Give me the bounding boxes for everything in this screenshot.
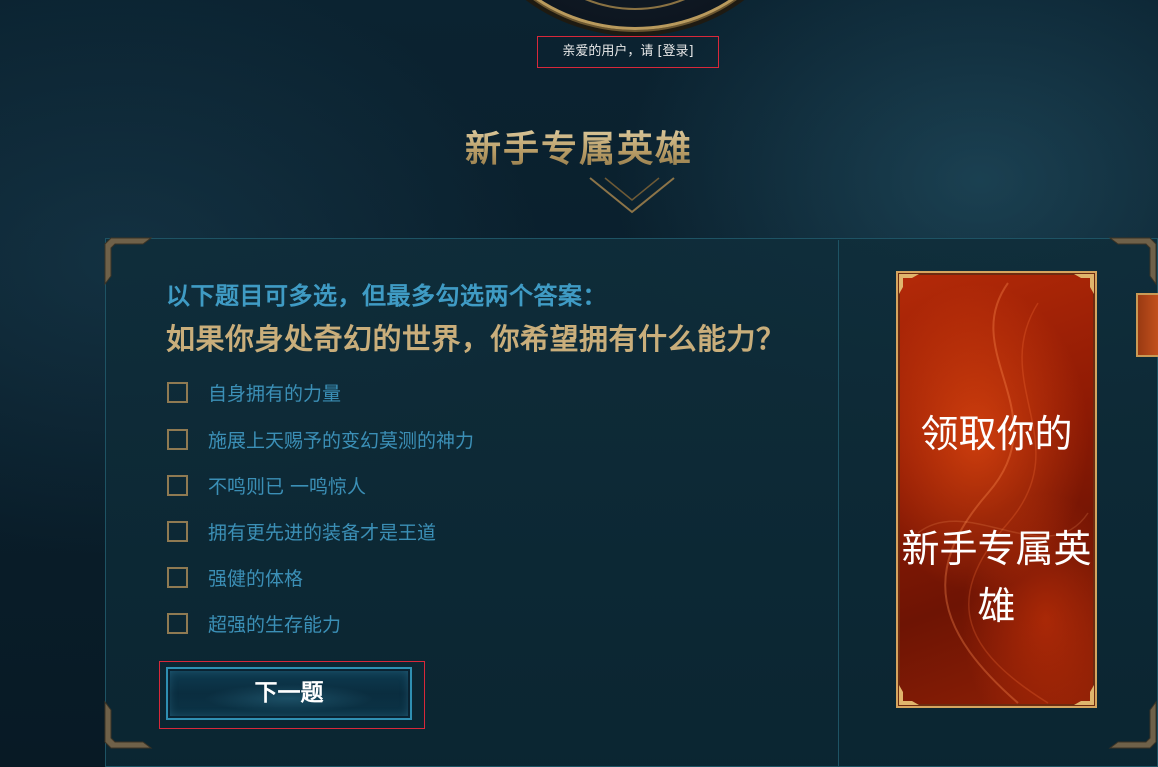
option-label: 自身拥有的力量 <box>208 382 342 405</box>
title-ornament <box>300 177 960 214</box>
next-question-button[interactable]: 下一题 <box>166 667 412 720</box>
option-label: 超强的生存能力 <box>208 613 342 636</box>
checkbox[interactable] <box>167 474 188 496</box>
answer-option[interactable]: 超强的生存能力 <box>167 610 527 636</box>
corner-ornament-bottom-right <box>1108 700 1158 750</box>
side-float-tab[interactable] <box>1136 293 1158 357</box>
login-link[interactable]: [登录] <box>657 44 693 59</box>
promo-corner-icon <box>1074 685 1094 705</box>
checkbox[interactable] <box>167 428 188 450</box>
answer-option[interactable]: 拥有更先进的装备才是王道 <box>167 518 527 544</box>
question-hint: 以下题目可多选，但最多勾选两个答案： <box>166 282 607 310</box>
promo-corner-icon <box>1074 274 1094 294</box>
greeting-text: 亲爱的用户，请 <box>562 44 658 59</box>
option-label: 施展上天赐予的变幻莫测的神力 <box>208 429 475 452</box>
promo-line-2: 新手专属英雄 <box>901 527 1092 628</box>
page-title: 新手专属英雄 <box>0 120 1158 172</box>
login-prompt: 亲爱的用户，请 [登录] <box>537 36 719 68</box>
panel-divider <box>838 240 839 767</box>
corner-ornament-top-right <box>1108 236 1158 286</box>
checkbox[interactable] <box>167 612 188 634</box>
option-label: 强健的体格 <box>208 567 304 590</box>
promo-line-1: 领取你的 <box>920 412 1073 456</box>
corner-ornament-top-left <box>103 236 153 286</box>
checkbox[interactable] <box>167 381 188 403</box>
answer-option[interactable]: 施展上天赐予的变幻莫测的神力 <box>167 426 527 452</box>
answer-option[interactable]: 自身拥有的力量 <box>167 379 527 405</box>
promo-swirl-decoration <box>917 282 1089 704</box>
corner-ornament-bottom-left <box>103 700 153 750</box>
promo-card[interactable]: 领取你的 新手专属英雄 <box>896 271 1097 708</box>
answer-option[interactable]: 强健的体格 <box>167 564 527 590</box>
option-label: 不鸣则已 一鸣惊人 <box>208 475 367 498</box>
promo-corner-icon <box>899 274 919 294</box>
promo-corner-icon <box>899 685 919 705</box>
checkbox[interactable] <box>167 566 188 588</box>
option-label: 拥有更先进的装备才是王道 <box>208 521 437 544</box>
checkbox[interactable] <box>167 520 188 542</box>
question-text: 如果你身处奇幻的世界，你希望拥有什么能力？ <box>166 322 786 356</box>
answer-option[interactable]: 不鸣则已 一鸣惊人 <box>167 472 527 498</box>
